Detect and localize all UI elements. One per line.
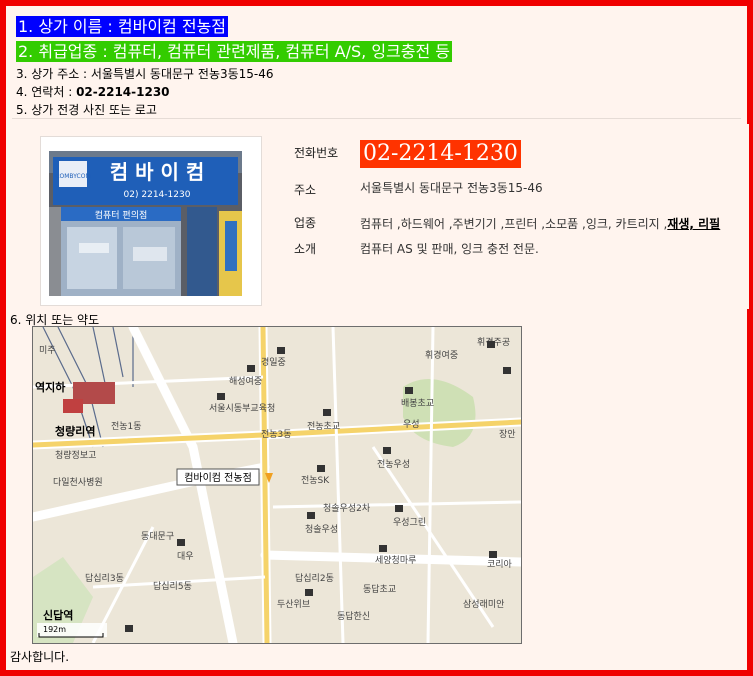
map-label: 청솔우성2차 bbox=[323, 502, 371, 514]
map-label: 청량리역 bbox=[55, 424, 95, 438]
intro-label: 소개 bbox=[294, 242, 317, 256]
map-label: 장안 bbox=[499, 429, 516, 440]
map-label: 휘경여중 bbox=[425, 349, 458, 361]
map-label: 청량정보고 bbox=[55, 449, 96, 461]
map-label: 두산위브 bbox=[277, 599, 310, 610]
map-label: 동답초교 bbox=[363, 583, 396, 595]
storefront-photo-frame: COMBYCOM 컴 바 이 컴 02) 2214-1230 컴퓨터 편의점 bbox=[40, 136, 262, 306]
map-label: 대우 bbox=[177, 551, 194, 562]
map-label: 전농우성 bbox=[377, 459, 410, 470]
map-label: 우성 bbox=[403, 419, 420, 430]
location-map[interactable]: 미주 경일중 휘경여중 휘경주공 역지하 해성여중 서울시동부교육청 배봉초교 … bbox=[32, 326, 522, 644]
business-label: 업종 bbox=[294, 216, 317, 230]
map-label: 세양청마루 bbox=[375, 555, 416, 566]
map-label: 동답한신 bbox=[337, 610, 370, 622]
divider bbox=[12, 118, 741, 119]
address-label: 주소 bbox=[294, 183, 317, 197]
map-label: 삼성래미안 bbox=[463, 599, 504, 610]
map-scale-label: 192m bbox=[43, 625, 66, 634]
business-emphasis: 재생, 리필 bbox=[667, 217, 721, 231]
map-label: 전농1동 bbox=[111, 421, 142, 432]
map-label: 전농SK bbox=[301, 475, 330, 486]
map-label: 전농초교 bbox=[307, 421, 340, 432]
business-value: 컴퓨터 ,하드웨어 ,주변기기 ,프린터 ,소모품 ,잉크, 카트리지 ,재생,… bbox=[360, 215, 720, 232]
store-contact-line: 4. 연락처 : 02-2214-1230 bbox=[16, 83, 170, 100]
map-label: 해성여중 bbox=[229, 375, 262, 387]
contact-phone: 02-2214-1230 bbox=[76, 85, 170, 99]
sign-phone-text: 02) 2214-1230 bbox=[124, 190, 191, 200]
address-value: 서울특별시 동대문구 전농3동15-46 bbox=[360, 181, 543, 195]
map-label: 동대문구 bbox=[141, 531, 174, 542]
intro-value: 컴퓨터 AS 및 판매, 잉크 충전 전문. bbox=[360, 242, 539, 256]
map-label: 배봉초교 bbox=[401, 398, 434, 409]
map-label: 역지하 bbox=[35, 380, 66, 394]
map-label: 답십리3동 bbox=[85, 572, 124, 584]
contact-prefix: 4. 연락처 : bbox=[16, 85, 77, 99]
map-label: 다일천사병원 bbox=[53, 477, 103, 488]
phone-label: 전화번호 bbox=[294, 146, 339, 160]
store-marker-label[interactable]: 컴바이컴 전농점 bbox=[184, 472, 252, 484]
sign-lower-text: 컴퓨터 편의점 bbox=[95, 209, 148, 221]
store-category-heading: 2. 취급업종 : 컴퓨터, 컴퓨터 관련제품, 컴퓨터 A/S, 잉크충전 등 bbox=[16, 41, 453, 62]
photo-section-line: 5. 상가 전경 사진 또는 로고 bbox=[16, 103, 157, 117]
map-label: 경일중 bbox=[261, 356, 286, 368]
map-label: 미주 bbox=[39, 345, 56, 356]
store-name-heading: 1. 상가 이름 : 컴바이컴 전농점 bbox=[16, 16, 229, 37]
storefront-photo: COMBYCOM 컴 바 이 컴 02) 2214-1230 컴퓨터 편의점 bbox=[49, 151, 242, 296]
business-list: 컴퓨터 ,하드웨어 ,주변기기 ,프린터 ,소모품 ,잉크, 카트리지 , bbox=[360, 217, 668, 231]
map-label: 우성그린 bbox=[393, 517, 426, 528]
map-label: 전농3동 bbox=[261, 429, 292, 440]
map-label: 신답역 bbox=[43, 608, 73, 622]
thanks-text: 감사합니다. bbox=[10, 650, 70, 664]
map-label: 답십리2동 bbox=[295, 572, 334, 584]
sign-logo: COMBYCOM bbox=[55, 173, 90, 180]
phone-number-badge: 02-2214-1230 bbox=[360, 140, 521, 168]
map-label: 서울시동부교육청 bbox=[209, 403, 275, 414]
store-address-line: 3. 상가 주소 : 서울특별시 동대문구 전농3동15-46 bbox=[16, 67, 274, 81]
map-label: 코리아 bbox=[487, 559, 513, 570]
store-card: COMBYCOM 컴 바 이 컴 02) 2214-1230 컴퓨터 편의점 0… bbox=[16, 124, 749, 309]
map-label: 청솔우성 bbox=[305, 524, 338, 535]
sign-main-text: 컴 바 이 컴 bbox=[110, 160, 205, 184]
map-label: 답십리5동 bbox=[153, 580, 192, 592]
